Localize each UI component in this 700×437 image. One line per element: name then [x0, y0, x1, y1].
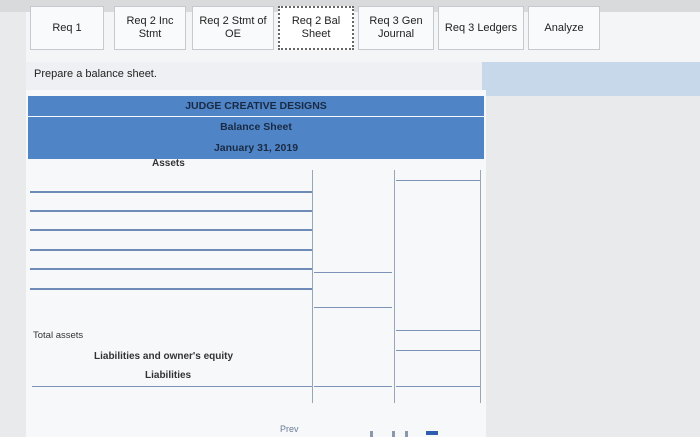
- liabilities-label: Liabilities: [145, 370, 192, 381]
- tab-label: Req 3 Gen Journal: [369, 15, 423, 40]
- statement-title: Balance Sheet: [28, 117, 484, 137]
- company-name: JUDGE CREATIVE DESIGNS: [28, 96, 484, 116]
- asset-row-1[interactable]: [30, 191, 312, 193]
- nav-dot: [405, 431, 408, 437]
- page-indicator: [426, 431, 438, 435]
- nav-dot: [370, 431, 373, 437]
- instruction-text: Prepare a balance sheet.: [34, 68, 157, 80]
- tab-analyze[interactable]: Analyze: [528, 6, 600, 50]
- tab-req-1[interactable]: Req 1: [30, 6, 104, 50]
- tab-label: Analyze: [544, 21, 584, 34]
- tab-label: Req 3 Ledgers: [444, 21, 518, 34]
- total-assets-label: Total assets: [33, 330, 84, 341]
- tab-label: Req 2 Stmt of OE: [199, 15, 267, 40]
- tab-label: Req 2 Bal Sheet: [291, 15, 341, 40]
- asset-row-5[interactable]: [30, 268, 312, 270]
- asset-row-3[interactable]: [30, 229, 312, 231]
- tab-label: Req 1: [52, 21, 82, 34]
- nav-dot: [392, 431, 395, 437]
- amount-field[interactable]: [314, 386, 392, 387]
- prev-button[interactable]: Prev: [280, 424, 299, 434]
- tab-req-2-bal-sheet[interactable]: Req 2 Bal Sheet: [278, 6, 354, 50]
- column-divider: [480, 170, 481, 403]
- tab-req-3-ledgers[interactable]: Req 3 Ledgers: [438, 6, 524, 50]
- prev-label: Prev: [280, 424, 299, 434]
- tab-req-2-inc-stmt[interactable]: Req 2 Inc Stmt: [114, 6, 186, 50]
- statement-date: January 31, 2019: [28, 137, 484, 159]
- tab-req-2-stmt-oe[interactable]: Req 2 Stmt of OE: [192, 6, 274, 50]
- amount-field[interactable]: [396, 386, 480, 387]
- amount-field[interactable]: [396, 180, 480, 181]
- total-amount-field[interactable]: [396, 330, 480, 331]
- liability-row-1[interactable]: [32, 386, 312, 387]
- assets-label: Assets: [152, 158, 185, 169]
- amount-field[interactable]: [314, 272, 392, 273]
- instruction-accent: [482, 62, 700, 96]
- column-divider: [394, 170, 395, 403]
- tab-label: Req 2 Inc Stmt: [126, 15, 174, 40]
- amount-field[interactable]: [314, 307, 392, 308]
- liabilities-owners-equity-label: Liabilities and owner's equity: [94, 351, 234, 362]
- asset-row-6[interactable]: [30, 288, 312, 290]
- asset-row-4[interactable]: [30, 249, 312, 251]
- column-divider: [312, 170, 313, 403]
- asset-row-2[interactable]: [30, 210, 312, 212]
- amount-field[interactable]: [396, 350, 480, 351]
- tab-req-3-gen-journal[interactable]: Req 3 Gen Journal: [358, 6, 434, 50]
